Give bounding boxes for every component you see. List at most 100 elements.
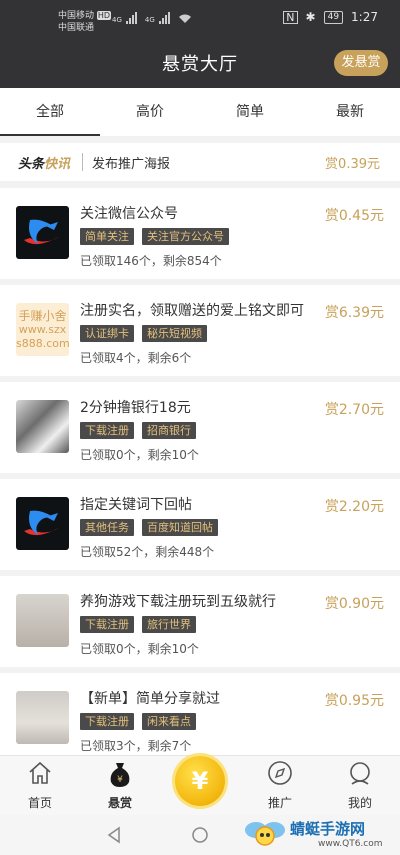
list-item[interactable]: 手赚小舍 www.szx s888.com 注册实名，领取赠送的爱上铭文即可 认… <box>0 285 400 376</box>
carrier-info: 中国移动 HD 中国联通 <box>58 10 112 34</box>
task-tag: 简单关注 <box>80 228 134 245</box>
task-title: 2分钟撸银行18元 <box>80 400 191 416</box>
task-thumbnail-anime-art <box>16 400 69 453</box>
carrier-2: 中国联通 <box>58 23 95 33</box>
dragonfly-logo-icon <box>245 822 285 846</box>
watermark-url: www.QT6.com <box>318 839 383 849</box>
battery-icon: 49 <box>323 10 344 24</box>
compass-icon <box>268 761 292 785</box>
task-tag: 下载注册 <box>80 616 134 633</box>
task-tag: 招商银行 <box>142 422 196 439</box>
hd-badge: HD <box>96 11 112 20</box>
task-thumbnail-app-logo <box>16 206 69 259</box>
task-reward: 赏0.45元 <box>324 208 384 224</box>
bluetooth-icon: ✱ <box>305 10 316 24</box>
task-tags: 简单关注 关注官方公众号 <box>80 228 229 245</box>
task-title: 【新单】简单分享就过 <box>80 691 220 707</box>
task-title: 关注微信公众号 <box>80 206 178 222</box>
task-reward: 赏2.70元 <box>324 402 384 418</box>
task-progress: 已领取0个，剩余10个 <box>80 642 199 656</box>
task-title: 注册实名，领取赠送的爱上铭文即可 <box>80 303 304 319</box>
task-title: 养狗游戏下载注册玩到五级就行 <box>80 594 276 610</box>
headline-text[interactable]: 发布推广海报 <box>92 153 170 172</box>
post-reward-button[interactable]: 发悬赏 <box>334 50 388 76</box>
money-bag-icon: ¥ <box>110 763 130 787</box>
thumb-text-line: s888.com <box>16 337 69 350</box>
headline-logo: 头条快讯 <box>18 153 70 172</box>
user-icon <box>350 762 370 785</box>
task-thumbnail-app-logo <box>16 497 69 550</box>
list-item[interactable]: 关注微信公众号 简单关注 关注官方公众号 已领取146个，剩余854个 赏0.4… <box>0 188 400 279</box>
task-progress: 已领取0个，剩余10个 <box>80 448 199 462</box>
task-tags: 下载注册 旅行世界 <box>80 616 196 633</box>
task-thumbnail-girl-photo <box>16 691 69 744</box>
task-reward: 赏6.39元 <box>324 305 384 321</box>
clock: 1:27 <box>351 10 378 24</box>
task-title: 指定关键词下回帖 <box>80 497 192 513</box>
nav-promote-label: 推广 <box>267 796 292 810</box>
task-tag: 其他任务 <box>80 519 134 536</box>
tab-simple[interactable]: 简单 <box>200 88 300 136</box>
headline-news-bar[interactable]: 头条快讯 发布推广海报 赏0.39元 <box>0 143 400 181</box>
headline-reward: 赏0.39元 <box>325 157 380 172</box>
thumb-text-line: 手赚小舍 <box>18 309 67 323</box>
network-type-2: 4G <box>144 16 155 24</box>
tab-latest[interactable]: 最新 <box>300 88 400 136</box>
task-progress: 已领取4个，剩余6个 <box>80 351 192 365</box>
list-item[interactable]: 2分钟撸银行18元 下载注册 招商银行 已领取0个，剩余10个 赏2.70元 <box>0 382 400 473</box>
task-tag: 关注官方公众号 <box>142 228 229 245</box>
svg-text:¥: ¥ <box>117 775 123 785</box>
status-bar: 中国移动 HD 中国联通 4G 4G N ✱ 49 1:27 <box>0 0 400 40</box>
nfc-icon: N <box>283 10 298 24</box>
app-header: 悬赏大厅 发悬赏 <box>0 40 400 88</box>
thumb-text-line: www.szx <box>18 323 67 336</box>
home-icon <box>29 761 51 784</box>
bird-logo-icon <box>24 219 60 245</box>
home-circle-icon[interactable] <box>190 825 210 845</box>
nav-reward-label: 悬赏 <box>107 796 132 810</box>
task-list: 关注微信公众号 简单关注 关注官方公众号 已领取146个，剩余854个 赏0.4… <box>0 188 400 770</box>
watermark: 蜻蜓手游网 www.QT6.com <box>240 815 390 855</box>
signal-bars-icon-2 <box>158 12 170 24</box>
wifi-icon <box>178 14 191 23</box>
task-thumbnail-couple-photo <box>16 594 69 647</box>
center-coin-button[interactable]: ¥ <box>175 756 225 806</box>
filter-tabs: 全部 高价 简单 最新 <box>0 88 400 136</box>
task-progress: 已领取52个，剩余448个 <box>80 545 215 559</box>
headline-logo-b: 快讯 <box>44 157 71 172</box>
task-reward: 赏0.90元 <box>324 596 384 612</box>
task-reward: 赏0.95元 <box>324 693 384 709</box>
task-reward: 赏2.20元 <box>324 499 384 515</box>
tab-all[interactable]: 全部 <box>0 88 100 136</box>
task-tags: 认证绑卡 秘乐短视频 <box>80 325 207 342</box>
task-tag: 下载注册 <box>80 713 134 730</box>
task-tag: 百度知道回帖 <box>142 519 218 536</box>
news-divider <box>82 153 83 171</box>
status-right: N ✱ 49 1:27 <box>283 10 378 24</box>
list-item[interactable]: 【新单】简单分享就过 下载注册 闲来看点 已领取3个，剩余7个 赏0.95元 <box>0 673 400 764</box>
task-tags: 下载注册 闲来看点 <box>80 713 196 730</box>
network-type-1: 4G <box>112 16 122 24</box>
task-tag: 下载注册 <box>80 422 134 439</box>
nav-home-label: 首页 <box>27 796 52 810</box>
task-tags: 下载注册 招商银行 <box>80 422 196 439</box>
signal-bars-icon <box>125 12 137 24</box>
task-progress: 已领取3个，剩余7个 <box>80 739 192 753</box>
tab-high-price[interactable]: 高价 <box>100 88 200 136</box>
task-progress: 已领取146个，剩余854个 <box>80 254 222 268</box>
task-thumbnail-text-tile: 手赚小舍 www.szx s888.com <box>16 303 69 356</box>
task-tag: 旅行世界 <box>142 616 196 633</box>
list-item[interactable]: 指定关键词下回帖 其他任务 百度知道回帖 已领取52个，剩余448个 赏2.20… <box>0 479 400 570</box>
list-item[interactable]: 养狗游戏下载注册玩到五级就行 下载注册 旅行世界 已领取0个，剩余10个 赏0.… <box>0 576 400 667</box>
bird-logo-icon <box>24 510 60 536</box>
nav-mine-label: 我的 <box>347 796 372 810</box>
task-tags: 其他任务 百度知道回帖 <box>80 519 218 536</box>
watermark-text: 蜻蜓手游网 <box>290 820 366 838</box>
signal-icons: 4G 4G <box>112 12 192 24</box>
headline-logo-a: 头条 <box>18 157 45 172</box>
task-tag: 认证绑卡 <box>80 325 134 342</box>
task-tag: 闲来看点 <box>142 713 196 730</box>
task-tag: 秘乐短视频 <box>142 325 207 342</box>
carrier-1: 中国移动 <box>58 11 95 21</box>
back-icon[interactable] <box>104 825 124 845</box>
